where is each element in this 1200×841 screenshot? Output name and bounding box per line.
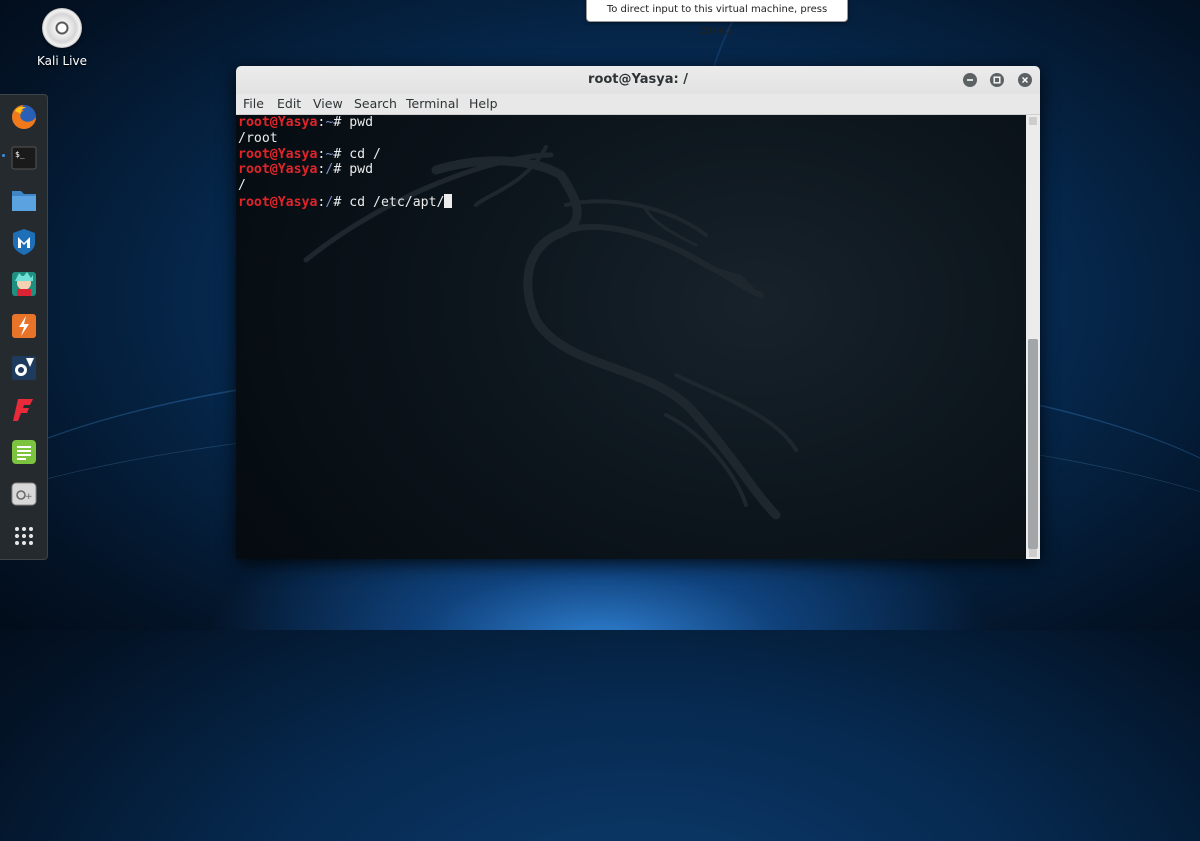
prompt-user: root@Yasya	[238, 115, 318, 130]
metasploit-icon[interactable]	[8, 226, 40, 258]
close-button[interactable]	[1018, 73, 1032, 87]
scrollbar-thumb[interactable]	[1028, 339, 1038, 549]
terminal-prompt-line: root@Yasya:~# cd /	[238, 147, 452, 163]
command-text: # cd /	[333, 146, 381, 162]
terminal-output-line: /	[238, 178, 246, 194]
window-title: root@Yasya: /	[588, 72, 688, 87]
terminal-prompt-line: root@Yasya:/# pwd	[238, 162, 452, 178]
minimize-icon	[967, 79, 973, 81]
command-text: # pwd	[333, 162, 374, 178]
menu-help[interactable]: Help	[469, 96, 498, 111]
disc-icon	[42, 8, 82, 48]
terminal-output-line: /root	[238, 130, 278, 146]
maximize-button[interactable]	[990, 73, 1004, 87]
menu-search[interactable]: Search	[354, 96, 397, 111]
burpsuite-icon[interactable]	[8, 310, 40, 342]
close-icon	[1021, 76, 1029, 84]
text-cursor	[444, 193, 453, 208]
scrollbar[interactable]	[1026, 115, 1040, 559]
running-indicator	[2, 154, 5, 157]
scroll-down-arrow[interactable]	[1029, 549, 1037, 557]
terminal-window: root@Yasya: / File Edit View Search Term…	[236, 66, 1040, 559]
menu-terminal[interactable]: Terminal	[406, 96, 459, 111]
terminal-prompt-line: root@Yasya:/# cd /etc/apt/	[238, 193, 453, 211]
prompt-user: root@Yasya	[238, 162, 318, 178]
menu-edit[interactable]: Edit	[277, 96, 301, 111]
terminal-area[interactable]: root@Yasya:~# pwd/root root@Yasya:~# cd /…	[236, 115, 1026, 559]
files-icon[interactable]	[8, 184, 40, 216]
dock: $_ +	[0, 94, 48, 560]
maltego-icon[interactable]	[8, 352, 40, 384]
firefox-icon[interactable]	[8, 101, 40, 133]
terminal-prompt-line: root@Yasya:~# pwd	[238, 115, 452, 131]
scroll-up-arrow[interactable]	[1029, 117, 1037, 125]
command-text: # pwd	[333, 115, 374, 130]
vm-input-tooltip: To direct input to this virtual machine,…	[586, 0, 848, 37]
menu-bar: File Edit View Search Terminal Help	[236, 94, 1040, 115]
maximize-icon	[993, 76, 1001, 84]
svg-text:$_: $_	[15, 150, 25, 159]
desktop-icon-kali-live[interactable]: Kali Live	[32, 8, 92, 68]
title-bar[interactable]: root@Yasya: /	[236, 66, 1040, 94]
armitage-icon[interactable]	[8, 268, 40, 300]
screenshot-icon[interactable]: +	[8, 478, 40, 510]
terminal-output: root@Yasya:~# pwd/root root@Yasya:~# cd /…	[238, 115, 453, 211]
minimize-button[interactable]	[963, 73, 977, 87]
prompt-user: root@Yasya	[238, 194, 318, 210]
prompt-user: root@Yasya	[238, 146, 318, 162]
leafpad-icon[interactable]	[8, 436, 40, 468]
command-text: # cd /etc/apt/	[333, 194, 445, 210]
svg-text:+: +	[25, 492, 33, 502]
menu-file[interactable]: File	[243, 96, 264, 111]
menu-view[interactable]: View	[313, 96, 343, 111]
desktop-icon-label: Kali Live	[37, 54, 87, 68]
faraday-icon[interactable]	[8, 394, 40, 426]
terminal-icon[interactable]: $_	[8, 142, 40, 174]
show-apps-icon[interactable]	[8, 520, 40, 552]
